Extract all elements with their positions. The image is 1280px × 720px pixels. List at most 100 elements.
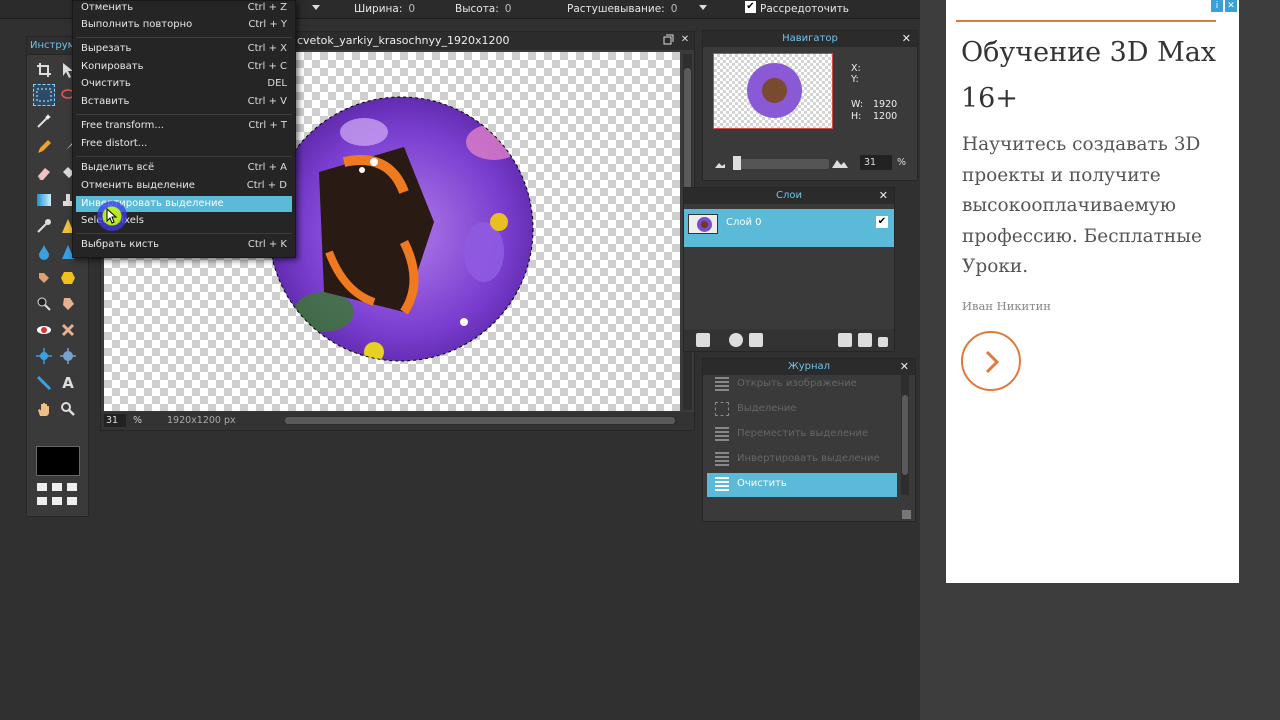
menu-item-copy[interactable]: Копировать Ctrl + C bbox=[76, 59, 292, 75]
new-layer-icon[interactable] bbox=[838, 333, 852, 347]
bloat-icon[interactable] bbox=[33, 345, 55, 367]
menu-item-select-all[interactable]: Выделить всё Ctrl + A bbox=[76, 160, 292, 176]
zoom-icon[interactable] bbox=[57, 398, 79, 420]
feather-value[interactable]: 0 bbox=[671, 3, 678, 15]
crop-icon[interactable] bbox=[33, 59, 55, 81]
height-field[interactable]: Высота: 0 bbox=[455, 3, 511, 15]
ad-body: Научитесь создавать 3D проекты и получит… bbox=[962, 134, 1202, 277]
height-label: Высота: bbox=[455, 3, 499, 15]
navigator-w-value: 1920 bbox=[873, 99, 898, 110]
menu-separator bbox=[76, 37, 292, 38]
navigator-zoom-slider[interactable] bbox=[733, 159, 829, 169]
line-tool-icon[interactable] bbox=[57, 345, 79, 367]
resize-grip-icon[interactable] bbox=[902, 510, 911, 519]
width-value[interactable]: 0 bbox=[408, 3, 415, 15]
navigator-thumbnail[interactable] bbox=[713, 53, 833, 129]
history-panel: Журнал ✕ Открыть изображение Выделение П… bbox=[702, 358, 916, 522]
navigator-x-label: X: bbox=[851, 63, 861, 74]
history-item[interactable]: Открыть изображение bbox=[707, 373, 897, 397]
cursor-highlight bbox=[97, 201, 127, 231]
horizontal-scrollbar[interactable] bbox=[285, 416, 677, 425]
mouse-cursor-icon bbox=[106, 208, 118, 224]
layer-properties-icon[interactable] bbox=[696, 333, 710, 347]
zoom-field[interactable]: 31 bbox=[104, 414, 126, 427]
history-item[interactable]: Инвертировать выделение bbox=[707, 448, 897, 472]
ad-close-icon[interactable]: ✕ bbox=[1225, 0, 1237, 12]
feather-label: Растушевывание: bbox=[567, 3, 665, 15]
close-icon[interactable]: ✕ bbox=[679, 34, 691, 46]
menu-item-cut[interactable]: Вырезать Ctrl + X bbox=[76, 41, 292, 57]
ad-accent-line bbox=[956, 20, 1216, 22]
menu-item-free-transform[interactable]: Free transform... Ctrl + T bbox=[76, 118, 292, 134]
foreground-color-swatch[interactable] bbox=[36, 446, 80, 476]
mode-dropdown-arrow-icon[interactable] bbox=[312, 5, 320, 10]
redeye-icon[interactable] bbox=[33, 319, 55, 341]
history-item[interactable]: Выделение bbox=[707, 398, 897, 422]
image-dimensions: 1920x1200 px bbox=[167, 415, 236, 426]
gradient-icon[interactable] bbox=[33, 189, 55, 211]
picker-icon[interactable] bbox=[33, 215, 55, 237]
drop-icon[interactable] bbox=[33, 241, 55, 263]
close-icon[interactable]: ✕ bbox=[879, 188, 888, 204]
trash-icon[interactable] bbox=[858, 333, 872, 347]
layer-mask-icon[interactable] bbox=[729, 333, 743, 347]
menu-item-clear[interactable]: Очистить DEL bbox=[76, 76, 292, 92]
burn-icon[interactable] bbox=[57, 267, 79, 289]
pinch-icon[interactable] bbox=[57, 319, 79, 341]
close-icon[interactable]: ✕ bbox=[902, 31, 911, 47]
eraser-icon[interactable] bbox=[33, 162, 55, 184]
marquee-icon[interactable] bbox=[33, 84, 55, 106]
layer-item[interactable]: Слой 0 ✔ bbox=[684, 209, 894, 247]
navigator-zoom-field[interactable]: 31 bbox=[860, 155, 892, 170]
menu-item-undo[interactable]: Отменить Ctrl + Z bbox=[76, 0, 292, 16]
dodge-icon[interactable] bbox=[33, 293, 55, 315]
history-item[interactable]: Переместить выделение bbox=[707, 423, 897, 447]
navigator-slider-handle[interactable] bbox=[733, 156, 741, 170]
zoom-in-icon[interactable] bbox=[831, 159, 849, 169]
spot-heal-icon[interactable] bbox=[57, 293, 79, 315]
zoom-out-icon[interactable] bbox=[714, 161, 726, 169]
menu-item-select-brush[interactable]: Выбрать кисть Ctrl + K bbox=[76, 237, 292, 253]
resize-grip-icon[interactable] bbox=[878, 337, 888, 347]
menu-item-redo[interactable]: Выполнить повторно Ctrl + Y bbox=[76, 17, 292, 33]
document-icon bbox=[715, 477, 729, 491]
edit-menu: Отменить Ctrl + Z Выполнить повторно Ctrl … bbox=[72, 0, 296, 258]
image-window-title: cvetok_yarkiy_krasochnyy_1920x1200 bbox=[297, 34, 510, 47]
layers-title: Слои bbox=[684, 188, 894, 204]
document-icon bbox=[715, 452, 729, 466]
ad-choices[interactable]: i ✕ bbox=[1211, 0, 1237, 12]
menu-separator bbox=[76, 114, 292, 115]
menu-separator bbox=[76, 233, 292, 234]
navigator-title: Навигатор bbox=[703, 31, 917, 47]
maximize-icon[interactable] bbox=[662, 34, 674, 46]
selection-icon bbox=[715, 402, 729, 416]
ad-arrow-button[interactable] bbox=[961, 331, 1021, 391]
hand-icon[interactable] bbox=[33, 372, 55, 394]
pencil-icon[interactable] bbox=[33, 136, 55, 158]
ad-title[interactable]: Обучение 3D Max 16+ bbox=[961, 30, 1221, 122]
ad-banner[interactable]: i ✕ Обучение 3D Max 16+ Научитесь создав… bbox=[946, 0, 1239, 583]
distribute-label: Рассредоточить bbox=[760, 3, 849, 15]
menu-item-paste[interactable]: Вставить Ctrl + V bbox=[76, 94, 292, 110]
tool-grid-icon[interactable] bbox=[37, 483, 81, 509]
menu-item-free-distort[interactable]: Free distort... bbox=[76, 136, 292, 152]
sponge-icon[interactable] bbox=[33, 267, 55, 289]
close-icon[interactable]: ✕ bbox=[900, 359, 909, 375]
height-value[interactable]: 0 bbox=[505, 3, 512, 15]
zoom-percent-label: % bbox=[133, 415, 143, 426]
menu-item-deselect[interactable]: Отменить выделение Ctrl + D bbox=[76, 178, 292, 194]
width-field[interactable]: Ширина: 0 bbox=[354, 3, 415, 15]
pan-hand-icon[interactable] bbox=[33, 398, 55, 420]
ad-info-icon[interactable]: i bbox=[1211, 0, 1223, 12]
history-item-active[interactable]: Очистить bbox=[707, 473, 897, 497]
wand-icon[interactable] bbox=[33, 110, 55, 132]
layer-styles-icon[interactable] bbox=[749, 333, 763, 347]
ad-author: Иван Никитин bbox=[962, 299, 1051, 313]
feather-dropdown-arrow-icon[interactable] bbox=[699, 5, 707, 10]
navigator-percent-label: % bbox=[897, 157, 907, 168]
distribute-checkbox[interactable]: ✔ bbox=[745, 1, 756, 13]
feather-field[interactable]: Растушевывание: 0 bbox=[567, 3, 677, 15]
type-tool-icon[interactable]: A bbox=[57, 372, 79, 394]
history-scrollbar[interactable] bbox=[901, 375, 909, 495]
layer-visibility-checkbox[interactable]: ✔ bbox=[876, 216, 888, 228]
